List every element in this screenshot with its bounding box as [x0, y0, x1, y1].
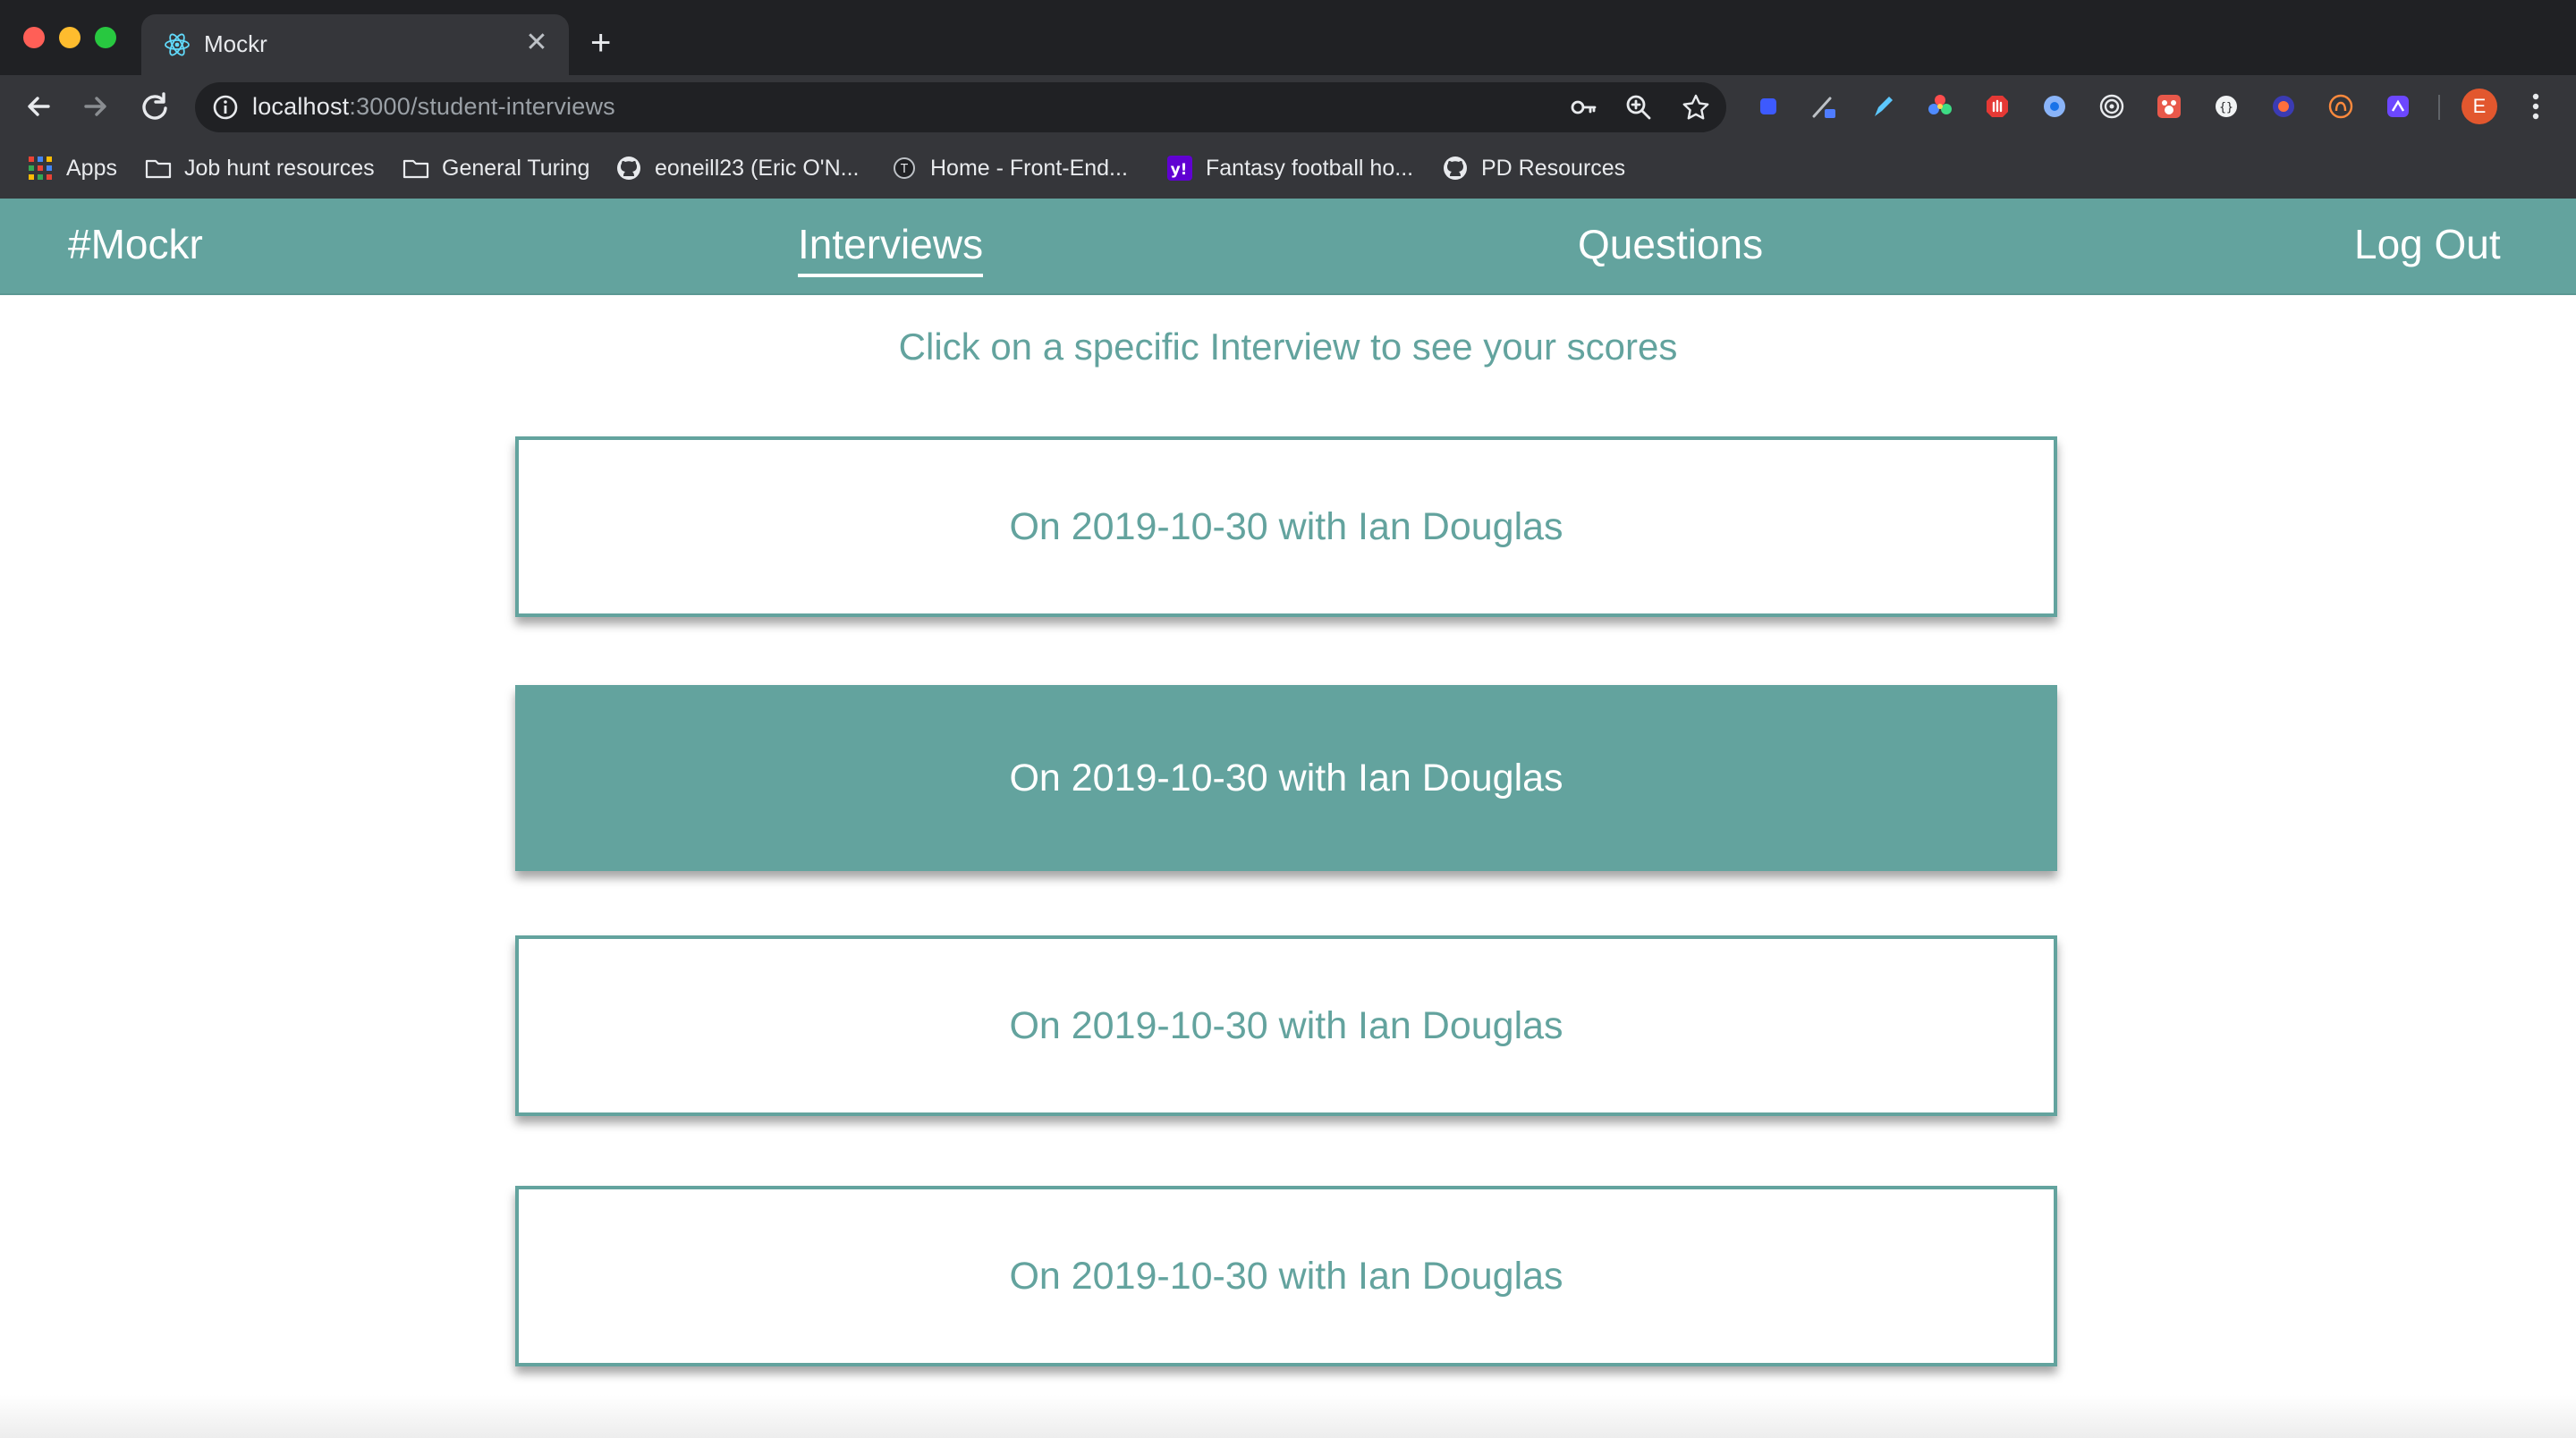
interview-card[interactable]: On 2019-10-30 with Ian Douglas	[515, 935, 2057, 1116]
yahoo-icon: y!	[1167, 156, 1192, 181]
extension-highlighter-icon[interactable]	[1869, 93, 1896, 120]
page-subtitle: Click on a specific Interview to see you…	[898, 326, 1678, 368]
extension-circle-blue-icon[interactable]	[2041, 93, 2068, 120]
browser-chrome: Mockr ✕ + localhost:3000/student-intervi…	[0, 0, 2576, 199]
profile-avatar[interactable]: E	[2462, 89, 2497, 124]
extension-square-icon[interactable]	[1760, 98, 1776, 114]
bookmark-label: Apps	[66, 155, 117, 181]
apps-grid-icon	[29, 156, 52, 180]
bookmark-front-end-home[interactable]: T Home - Front-End...	[891, 150, 1128, 186]
bottom-shadow	[0, 1395, 2576, 1438]
nav-logout-link[interactable]: Log Out	[2354, 220, 2501, 268]
nav-interviews-link[interactable]: Interviews	[798, 220, 984, 277]
address-bar[interactable]: localhost:3000/student-interviews	[195, 82, 1726, 132]
bookmark-label: PD Resources	[1481, 155, 1626, 181]
bookmark-label: eoneill23 (Eric O'N...	[655, 155, 860, 181]
svg-text:y!: y!	[1171, 161, 1188, 179]
svg-text:{}: {}	[2219, 101, 2233, 114]
folder-icon	[145, 159, 172, 179]
url-text: localhost:3000/student-interviews	[252, 93, 615, 120]
extension-target-icon[interactable]	[2098, 93, 2125, 120]
extension-fingerprint-icon[interactable]	[2327, 93, 2354, 120]
bookmark-label: Fantasy football ho...	[1206, 155, 1414, 181]
extension-paw-icon[interactable]	[2156, 93, 2182, 120]
interview-card-label: On 2019-10-30 with Ian Douglas	[1009, 756, 1563, 799]
bookmark-label: Home - Front-End...	[930, 155, 1128, 181]
extension-purple-icon[interactable]	[2385, 93, 2411, 120]
tab-strip: Mockr ✕ +	[0, 0, 2576, 75]
bookmark-github-eoneill23[interactable]: eoneill23 (Eric O'N...	[615, 150, 859, 186]
tab-close-icon[interactable]: ✕	[521, 27, 553, 59]
reload-icon[interactable]	[136, 88, 174, 125]
back-arrow-icon[interactable]	[20, 88, 57, 125]
turing-icon: T	[894, 157, 915, 179]
github-icon	[1444, 156, 1467, 180]
extension-json-icon[interactable]: {}	[2213, 93, 2240, 120]
interview-card[interactable]: On 2019-10-30 with Ian Douglas	[515, 1186, 2057, 1366]
interview-card-label: On 2019-10-30 with Ian Douglas	[1009, 1254, 1563, 1298]
close-window-button[interactable]	[23, 27, 45, 48]
nav-questions-link[interactable]: Questions	[1578, 220, 1763, 268]
interview-card-highlighted[interactable]: On 2019-10-30 with Ian Douglas	[515, 685, 2057, 871]
bookmarks-bar: Apps Job hunt resources General Turing e…	[0, 138, 2576, 199]
bookmark-fantasy-football[interactable]: y! Fantasy football ho...	[1166, 150, 1413, 186]
interview-card[interactable]: On 2019-10-30 with Ian Douglas	[515, 436, 2057, 617]
toolbar-divider	[2438, 95, 2440, 120]
info-icon[interactable]	[211, 93, 240, 122]
bookmark-pd-resources[interactable]: PD Resources	[1442, 150, 1625, 186]
new-tab-button[interactable]: +	[590, 25, 611, 61]
extension-ball-icon[interactable]	[2270, 93, 2297, 120]
browser-tab-active[interactable]: Mockr ✕	[141, 14, 569, 75]
interview-card-label: On 2019-10-30 with Ian Douglas	[1009, 504, 1563, 548]
bookmark-job-hunt-resources[interactable]: Job hunt resources	[145, 150, 375, 186]
react-favicon-icon	[165, 33, 190, 56]
browser-toolbar: localhost:3000/student-interviews {} E	[0, 75, 2576, 138]
key-icon[interactable]	[1569, 93, 1597, 122]
extension-adblock-icon[interactable]	[1984, 93, 2011, 120]
bookmark-label: Job hunt resources	[184, 155, 375, 181]
tab-title: Mockr	[204, 30, 267, 57]
extension-colorwheel-icon[interactable]	[1927, 93, 1953, 120]
menu-kebab-icon[interactable]	[2517, 88, 2555, 125]
minimize-window-button[interactable]	[59, 27, 80, 48]
bookmark-apps[interactable]: Apps	[27, 150, 117, 186]
bookmark-label: General Turing	[442, 155, 590, 181]
forward-arrow-icon[interactable]	[77, 88, 114, 125]
zoom-icon[interactable]	[1624, 93, 1653, 122]
app-brand-logo[interactable]: #Mockr	[68, 220, 203, 268]
folder-icon	[402, 159, 429, 179]
interview-card-label: On 2019-10-30 with Ian Douglas	[1009, 1003, 1563, 1047]
app-navbar: #Mockr Interviews Questions Log Out	[0, 199, 2576, 295]
bookmark-general-turing[interactable]: General Turing	[402, 150, 589, 186]
bookmark-star-icon[interactable]	[1682, 93, 1710, 122]
github-icon	[617, 156, 640, 180]
maximize-window-button[interactable]	[95, 27, 116, 48]
svg-text:T: T	[900, 163, 908, 176]
extension-pen-icon[interactable]	[1810, 93, 1837, 120]
